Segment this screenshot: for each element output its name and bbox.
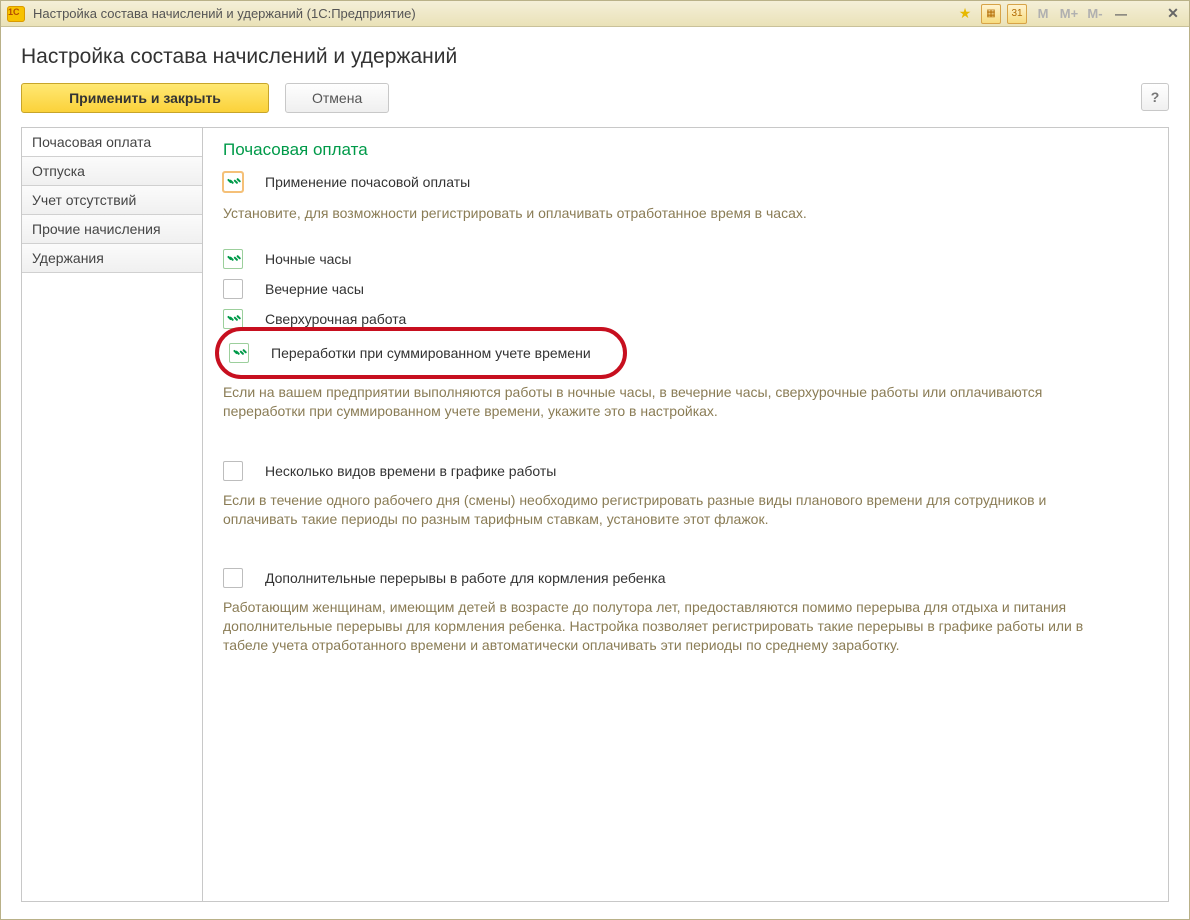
checkbox-label: Применение почасовой оплаты [265,174,470,190]
close-icon[interactable]: ✕ [1163,5,1183,23]
highlighted-option: Переработки при суммированном учете врем… [223,339,619,367]
tab-vacations[interactable]: Отпуска [22,157,202,186]
hourly-options: Ночные часы Вечерние часы Сверхурочная р… [223,249,1146,421]
toolbar: Применить и закрыть Отмена ? [21,83,1169,113]
apply-and-close-button[interactable]: Применить и закрыть [21,83,269,113]
option-row-multi-time: Несколько видов времени в графике работы [223,461,1146,481]
memory-m-button[interactable]: M [1033,5,1053,23]
tab-absence-tracking[interactable]: Учет отсутствий [22,186,202,215]
memory-mplus-button[interactable]: M+ [1059,5,1079,23]
checkbox-multi-time[interactable] [223,461,243,481]
checkbox-evening-hours[interactable] [223,279,243,299]
checkbox-feeding-breaks[interactable] [223,568,243,588]
feature-row-hourly-pay: Применение почасовой оплаты [223,172,1146,192]
tab-hourly-pay[interactable]: Почасовая оплата [22,128,202,157]
page-title: Настройка состава начислений и удержаний [21,45,1169,69]
titlebar: Настройка состава начислений и удержаний… [1,1,1189,27]
option-row-overtime: Сверхурочная работа [223,309,1146,329]
calendar-icon[interactable]: 31 [1007,4,1027,24]
checkbox-hourly-pay[interactable] [223,172,243,192]
section-title: Почасовая оплата [223,140,1146,160]
option-row-summarized-overtime: Переработки при суммированном учете врем… [223,339,1146,367]
client-area: Настройка состава начислений и удержаний… [1,27,1189,919]
tab-label: Почасовая оплата [32,134,151,150]
tab-label: Отпуска [32,163,85,179]
checkbox-label: Ночные часы [265,251,352,267]
content: Почасовая оплата Отпуска Учет отсутствий… [21,127,1169,902]
tab-label: Учет отсутствий [32,192,136,208]
feeding-breaks-hint: Работающим женщинам, имеющим детей в воз… [223,598,1103,655]
multi-time-hint: Если в течение одного рабочего дня (смен… [223,491,1103,529]
feature-hint: Установите, для возможности регистрирова… [223,204,1103,223]
option-row-feeding-breaks: Дополнительные перерывы в работе для кор… [223,568,1146,588]
settings-panel: Почасовая оплата Применение почасовой оп… [203,128,1168,901]
tab-deductions[interactable]: Удержания [22,244,202,273]
minimize-icon[interactable]: — [1111,5,1131,23]
memory-mminus-button[interactable]: M- [1085,5,1105,23]
multi-time-block: Несколько видов времени в графике работы… [223,461,1146,529]
option-row-evening-hours: Вечерние часы [223,279,1146,299]
checkbox-night-hours[interactable] [223,249,243,269]
maximize-icon[interactable] [1137,5,1157,23]
feeding-breaks-block: Дополнительные перерывы в работе для кор… [223,568,1146,655]
tab-other-accruals[interactable]: Прочие начисления [22,215,202,244]
checkbox-label: Вечерние часы [265,281,364,297]
checkbox-label: Переработки при суммированном учете врем… [271,345,591,361]
checkbox-label: Дополнительные перерывы в работе для кор… [265,570,666,586]
checkbox-overtime[interactable] [223,309,243,329]
checkbox-summarized-overtime[interactable] [229,343,249,363]
window: Настройка состава начислений и удержаний… [0,0,1190,920]
help-button[interactable]: ? [1141,83,1169,111]
sidebar: Почасовая оплата Отпуска Учет отсутствий… [22,128,203,901]
option-row-night-hours: Ночные часы [223,249,1146,269]
favorite-icon[interactable]: ★ [955,5,975,23]
tab-label: Прочие начисления [32,221,161,237]
options-hint: Если на вашем предприятии выполняются ра… [223,383,1103,421]
checkbox-label: Несколько видов времени в графике работы [265,463,556,479]
tab-label: Удержания [32,250,104,266]
titlebar-actions: ★ ▦ 31 M M+ M- — ✕ [955,4,1183,24]
calculator-icon[interactable]: ▦ [981,4,1001,24]
window-title: Настройка состава начислений и удержаний… [33,6,416,21]
checkbox-label: Сверхурочная работа [265,311,406,327]
cancel-button[interactable]: Отмена [285,83,389,113]
app-icon [7,6,25,22]
